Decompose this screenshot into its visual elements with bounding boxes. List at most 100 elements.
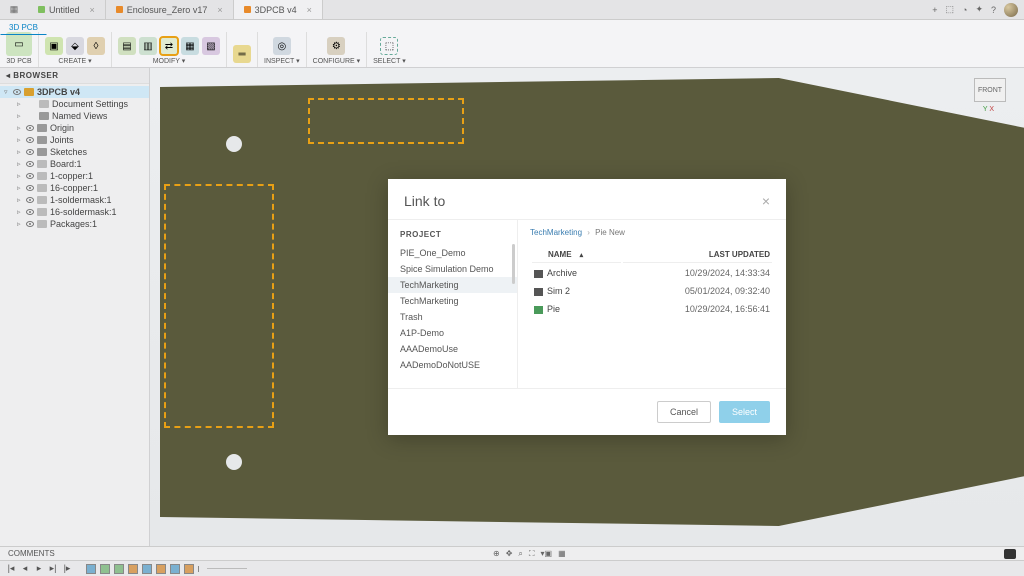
grid-icon[interactable]: ▦ xyxy=(558,549,566,559)
fit-icon[interactable]: ⛶ xyxy=(529,549,535,559)
select-tool[interactable]: ⬚ xyxy=(380,37,398,55)
tree-node[interactable]: ▹Board:1 xyxy=(0,158,149,170)
feature-body[interactable] xyxy=(156,564,166,574)
tree-node[interactable]: ▹Packages:1 xyxy=(0,218,149,230)
scrollbar[interactable] xyxy=(512,244,515,284)
tab-untitled[interactable]: Untitled × xyxy=(28,0,106,19)
file-row[interactable]: Archive10/29/2024, 14:33:34 xyxy=(532,265,772,281)
visibility-icon[interactable] xyxy=(26,209,34,215)
project-item[interactable]: TechMarketing xyxy=(388,293,517,309)
timeline-prev[interactable]: ◂ xyxy=(20,563,30,574)
inspect-tool[interactable]: ◎ xyxy=(273,37,291,55)
tree-node[interactable]: ▹1-copper:1 xyxy=(0,170,149,182)
extensions-icon[interactable]: ✦ xyxy=(975,4,983,15)
app-menu-icon[interactable]: ▦ xyxy=(0,4,28,15)
cloud-icon[interactable]: ⬚ xyxy=(945,4,954,15)
orbit-icon[interactable]: ⊕ xyxy=(493,549,500,559)
modify-tool-1[interactable]: ▤ xyxy=(118,37,136,55)
mode-switcher[interactable]: ▭ 3D PCB xyxy=(0,32,39,67)
visibility-icon[interactable] xyxy=(26,197,34,203)
feature-sketch[interactable] xyxy=(86,564,96,574)
expand-icon[interactable]: ▹ xyxy=(17,112,23,120)
tree-node[interactable]: ▹Sketches xyxy=(0,146,149,158)
expand-icon[interactable]: ▹ xyxy=(17,208,23,216)
notification-icon[interactable]: ◔ xyxy=(962,5,967,15)
modify-tool-2[interactable]: ▥ xyxy=(139,37,157,55)
timeline-last[interactable]: |▸ xyxy=(62,563,72,574)
create-tool-2[interactable]: ⬙ xyxy=(66,37,84,55)
col-updated[interactable]: LAST UPDATED xyxy=(623,247,772,263)
timeline-first[interactable]: |◂ xyxy=(6,563,16,574)
tab-enclosure[interactable]: Enclosure_Zero v17 × xyxy=(106,0,234,19)
collapse-icon[interactable]: ▿ xyxy=(4,88,10,96)
project-item[interactable]: A1P-Demo xyxy=(388,325,517,341)
visibility-icon[interactable] xyxy=(26,185,34,191)
tab-3dpcb[interactable]: 3DPCB v4 × xyxy=(234,0,323,19)
project-item[interactable]: Spice Simulation Demo xyxy=(388,261,517,277)
project-item[interactable]: PIE_One_Demo xyxy=(388,245,517,261)
project-item[interactable]: Trash xyxy=(388,309,517,325)
timeline-next[interactable]: ▸| xyxy=(48,563,58,574)
col-name[interactable]: NAME▴ xyxy=(532,247,621,263)
create-tool-3[interactable]: ◊ xyxy=(87,37,105,55)
viewport[interactable]: FRONT Y X Link to × PROJECT PIE_One_Demo… xyxy=(150,68,1024,546)
tree-node[interactable]: ▹16-soldermask:1 xyxy=(0,206,149,218)
file-row[interactable]: Sim 205/01/2024, 09:32:40 xyxy=(532,283,772,299)
new-tab-button[interactable]: + xyxy=(932,5,937,15)
expand-icon[interactable]: ▹ xyxy=(17,220,23,228)
project-item[interactable]: TechMarketing xyxy=(388,277,517,293)
expand-icon[interactable]: ▹ xyxy=(17,184,23,192)
tree-node[interactable]: ▹1-soldermask:1 xyxy=(0,194,149,206)
create-tool-1[interactable]: ▣ xyxy=(45,37,63,55)
visibility-icon[interactable] xyxy=(26,161,34,167)
close-icon[interactable]: × xyxy=(90,5,95,15)
pan-icon[interactable]: ✥ xyxy=(506,549,513,559)
project-item[interactable]: AADemoDoNotUSE xyxy=(388,357,517,373)
tree-node[interactable]: ▹Named Views xyxy=(0,110,149,122)
expand-icon[interactable]: ▹ xyxy=(17,100,23,108)
close-icon[interactable]: × xyxy=(307,5,312,15)
visibility-icon[interactable] xyxy=(26,221,34,227)
tree-node[interactable]: ▹16-copper:1 xyxy=(0,182,149,194)
expand-icon[interactable]: ▹ xyxy=(17,160,23,168)
tree-node[interactable]: ▹Document Settings xyxy=(0,98,149,110)
push-to-pcb-button[interactable]: ⇄ xyxy=(160,37,178,55)
comments-bar[interactable]: COMMENTS ⊕ ✥ ⌕ ⛶ ▾▣ ▦ xyxy=(0,546,1024,560)
modify-tool-4[interactable]: ▦ xyxy=(181,37,199,55)
expand-icon[interactable]: ▹ xyxy=(17,196,23,204)
configure-tool[interactable]: ⚙ xyxy=(327,37,345,55)
workspace-tab-3dpcb[interactable]: 3D PCB xyxy=(0,20,47,35)
select-button[interactable]: Select xyxy=(719,401,770,423)
expand-icon[interactable]: ▹ xyxy=(17,124,23,132)
visibility-icon[interactable] xyxy=(13,89,21,95)
zoom-icon[interactable]: ⌕ xyxy=(518,549,522,559)
crumb-link[interactable]: TechMarketing xyxy=(530,228,582,237)
expand-icon[interactable]: ▹ xyxy=(17,148,23,156)
modify-tool-5[interactable]: ▧ xyxy=(202,37,220,55)
visibility-icon[interactable] xyxy=(26,125,34,131)
visibility-icon[interactable] xyxy=(26,149,34,155)
close-icon[interactable]: × xyxy=(762,193,770,209)
avatar[interactable] xyxy=(1004,3,1018,17)
feature-body[interactable] xyxy=(128,564,138,574)
feature-sketch[interactable] xyxy=(170,564,180,574)
tree-root[interactable]: ▿ 3DPCB v4 xyxy=(0,86,149,98)
browser-header[interactable]: ◂ BROWSER xyxy=(0,68,149,84)
feature-extrude[interactable] xyxy=(100,564,110,574)
feature-body[interactable] xyxy=(184,564,194,574)
visibility-icon[interactable] xyxy=(26,137,34,143)
timeline-marker[interactable] xyxy=(198,566,199,572)
cancel-button[interactable]: Cancel xyxy=(657,401,711,423)
tree-node[interactable]: ▹Origin xyxy=(0,122,149,134)
feature-extrude[interactable] xyxy=(114,564,124,574)
expand-icon[interactable]: ▹ xyxy=(17,172,23,180)
help-icon[interactable]: ? xyxy=(991,5,996,15)
visibility-icon[interactable] xyxy=(26,173,34,179)
close-icon[interactable]: × xyxy=(217,5,222,15)
expand-icon[interactable]: ▹ xyxy=(17,136,23,144)
file-row[interactable]: Pie10/29/2024, 16:56:41 xyxy=(532,301,772,317)
tree-node[interactable]: ▹Joints xyxy=(0,134,149,146)
display-icon[interactable]: ▾▣ xyxy=(541,549,553,559)
chat-icon[interactable] xyxy=(1004,549,1016,559)
ruler-icon[interactable]: ═ xyxy=(233,45,251,63)
